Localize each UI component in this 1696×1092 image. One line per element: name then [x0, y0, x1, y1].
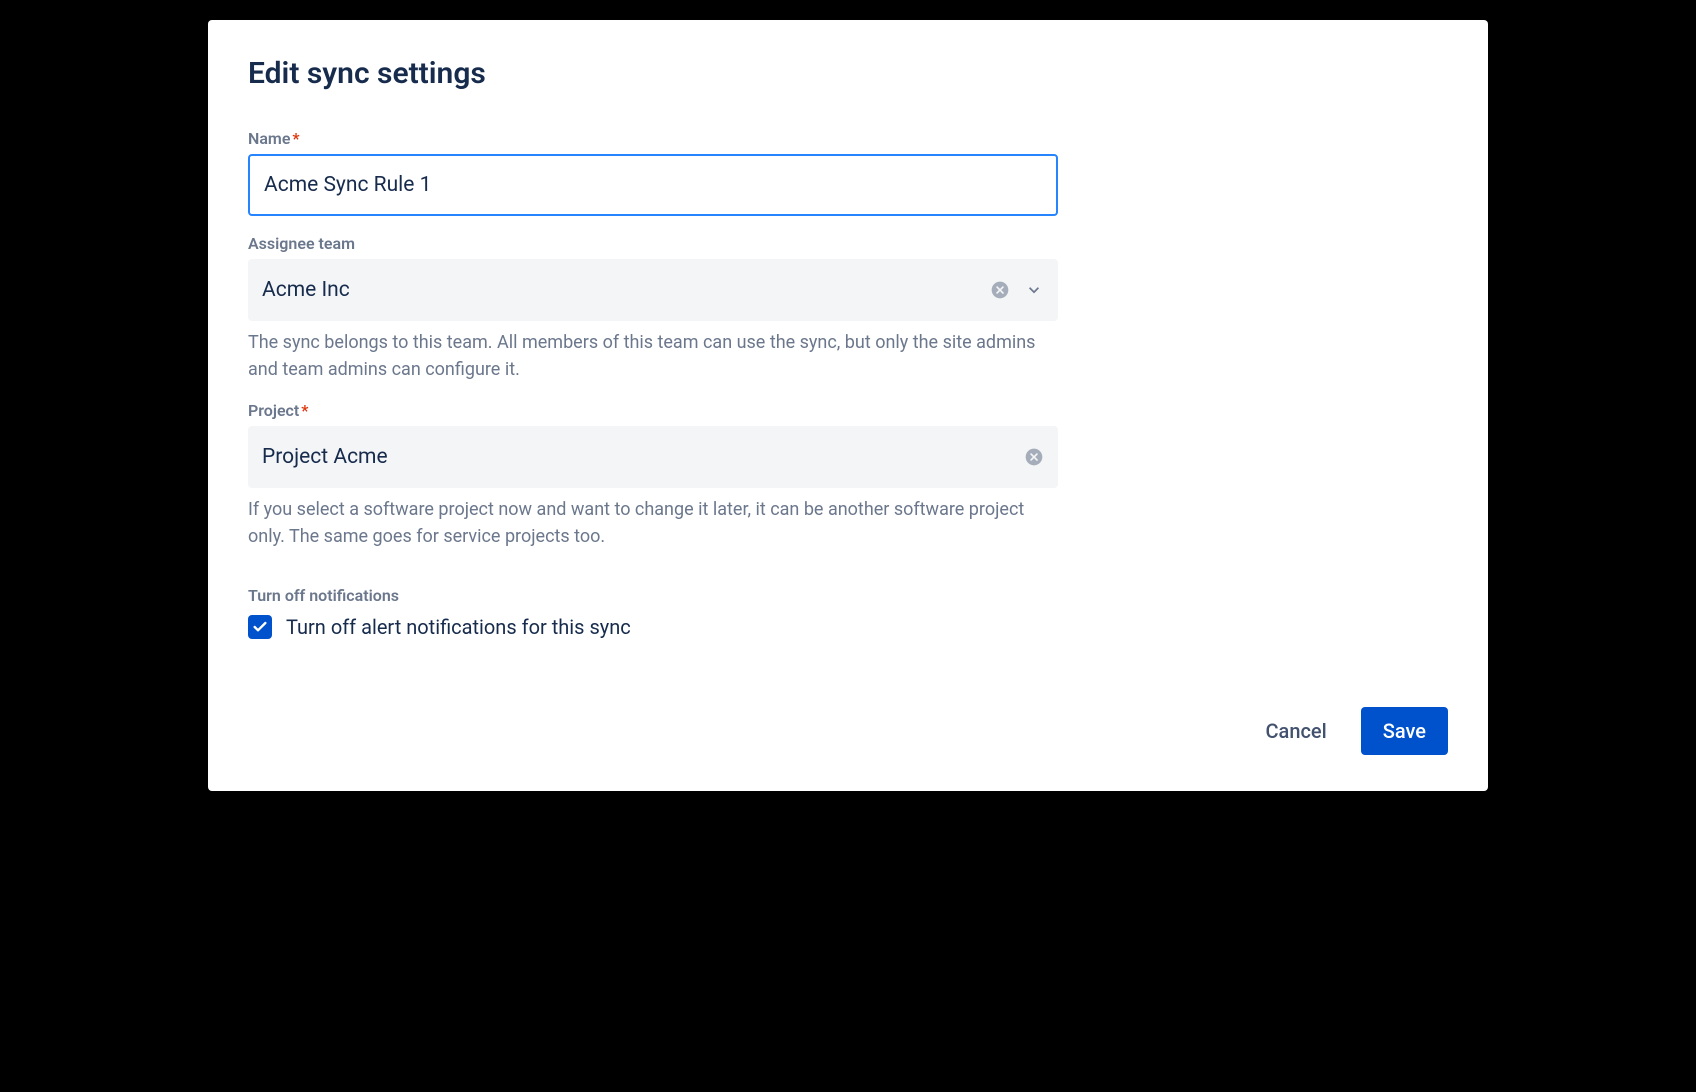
- notifications-checkbox[interactable]: [248, 615, 272, 639]
- name-label-text: Name: [248, 129, 290, 148]
- assignee-team-select[interactable]: Acme Inc: [248, 259, 1058, 321]
- assignee-team-field-group: Assignee team Acme Inc The sync belongs …: [248, 234, 1058, 383]
- save-button[interactable]: Save: [1361, 707, 1448, 755]
- project-helper: If you select a software project now and…: [248, 496, 1058, 550]
- edit-sync-settings-dialog: Edit sync settings Name* Assignee team A…: [208, 20, 1488, 791]
- notifications-checkbox-row: Turn off alert notifications for this sy…: [248, 615, 1058, 639]
- dialog-title: Edit sync settings: [248, 56, 1448, 91]
- required-asterisk: *: [301, 401, 308, 420]
- form-area: Name* Assignee team Acme Inc The sync be…: [248, 129, 1058, 639]
- notifications-section-label: Turn off notifications: [248, 586, 1058, 605]
- project-label: Project*: [248, 401, 1058, 420]
- assignee-team-label: Assignee team: [248, 234, 1058, 253]
- project-value: Project Acme: [262, 445, 388, 469]
- select-controls: [1024, 447, 1044, 467]
- clear-icon[interactable]: [990, 280, 1010, 300]
- chevron-down-icon[interactable]: [1024, 280, 1044, 300]
- check-icon: [252, 619, 268, 635]
- name-field-group: Name*: [248, 129, 1058, 216]
- required-asterisk: *: [292, 129, 299, 148]
- assignee-team-helper: The sync belongs to this team. All membe…: [248, 329, 1058, 383]
- assignee-team-value: Acme Inc: [262, 278, 350, 302]
- dialog-footer: Cancel Save: [248, 707, 1448, 755]
- notifications-checkbox-label[interactable]: Turn off alert notifications for this sy…: [286, 615, 631, 639]
- cancel-button[interactable]: Cancel: [1252, 709, 1341, 753]
- notifications-section: Turn off notifications Turn off alert no…: [248, 586, 1058, 639]
- name-input[interactable]: [248, 154, 1058, 216]
- clear-icon[interactable]: [1024, 447, 1044, 467]
- project-field-group: Project* Project Acme If you select a so…: [248, 401, 1058, 550]
- select-controls: [990, 280, 1044, 300]
- name-label: Name*: [248, 129, 1058, 148]
- project-label-text: Project: [248, 401, 299, 420]
- project-select[interactable]: Project Acme: [248, 426, 1058, 488]
